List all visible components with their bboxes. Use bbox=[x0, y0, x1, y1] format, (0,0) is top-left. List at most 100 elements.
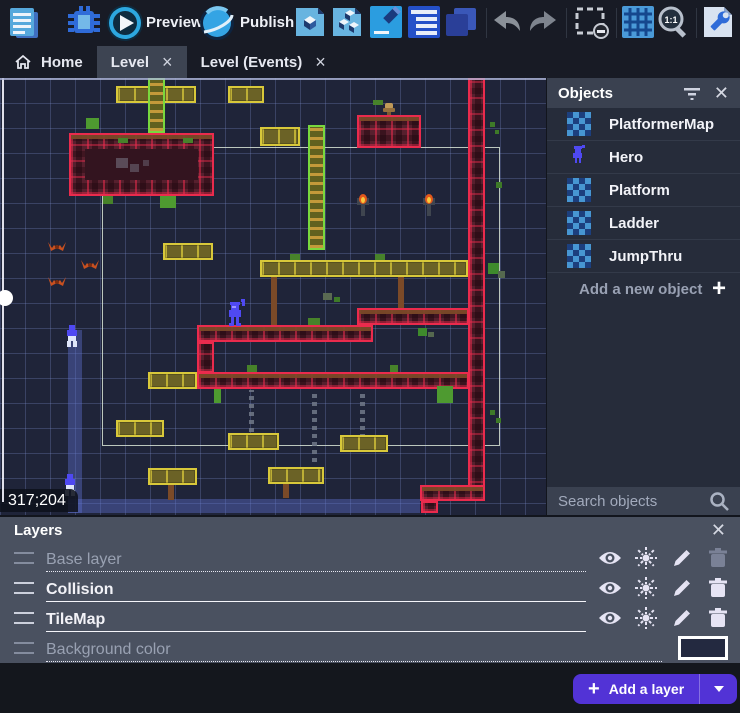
crate-tiles[interactable] bbox=[260, 127, 300, 146]
chain-decor bbox=[312, 390, 317, 462]
brick-platform-tiles[interactable] bbox=[197, 372, 469, 389]
vertical-scrollbar-thumb[interactable] bbox=[0, 290, 13, 306]
effects-icon[interactable] bbox=[634, 607, 658, 629]
pole-decor bbox=[271, 277, 277, 325]
close-icon[interactable]: × bbox=[162, 53, 173, 71]
effects-icon[interactable] bbox=[634, 577, 658, 599]
drag-handle-icon[interactable] bbox=[14, 552, 34, 564]
crate-tiles[interactable] bbox=[228, 433, 279, 450]
preview-button[interactable]: Preview bbox=[146, 14, 203, 31]
crate-tiles[interactable] bbox=[228, 86, 264, 103]
main-toolbar: Preview Publish 1:1 bbox=[0, 0, 740, 46]
edit-pencil-icon[interactable] bbox=[670, 548, 694, 568]
brick-platform-tiles[interactable] bbox=[197, 325, 373, 342]
crate-tiles[interactable] bbox=[148, 468, 197, 485]
objects-panel: Objects ✕ PlatformerMapHeroPlatformLadde… bbox=[547, 78, 740, 515]
project-manager-icon[interactable] bbox=[8, 6, 40, 40]
tab-level-events[interactable]: Level (Events) × bbox=[187, 46, 340, 78]
close-icon[interactable]: × bbox=[315, 53, 326, 71]
drag-handle-icon[interactable] bbox=[14, 582, 34, 594]
object-item-platform[interactable]: Platform bbox=[547, 174, 740, 207]
object-item-platformermap[interactable]: PlatformerMap bbox=[547, 108, 740, 141]
bat-sprite[interactable] bbox=[81, 259, 99, 270]
visibility-eye-icon[interactable] bbox=[598, 580, 622, 596]
bat-sprite[interactable] bbox=[48, 276, 66, 287]
toolbar-separator bbox=[566, 8, 567, 38]
redo-icon[interactable] bbox=[528, 9, 558, 35]
foliage-decor bbox=[214, 389, 221, 403]
swimmer-sprite[interactable] bbox=[65, 325, 79, 347]
torch-sprite[interactable] bbox=[421, 194, 437, 218]
torch-sprite[interactable] bbox=[355, 194, 371, 218]
hero-sprite[interactable] bbox=[227, 299, 247, 326]
publish-icon[interactable] bbox=[198, 4, 236, 42]
tab-home[interactable]: Home bbox=[0, 46, 97, 78]
brick-platform-tiles[interactable] bbox=[468, 78, 485, 501]
visibility-eye-icon[interactable] bbox=[598, 610, 622, 626]
crate-tiles[interactable] bbox=[268, 467, 324, 484]
foliage-decor bbox=[496, 418, 501, 423]
zoom-1-1-icon[interactable]: 1:1 bbox=[656, 5, 690, 39]
grid-icon[interactable] bbox=[622, 6, 654, 38]
foliage-decor bbox=[490, 122, 495, 127]
layer-name-field[interactable]: Collision bbox=[46, 575, 586, 602]
close-icon[interactable]: ✕ bbox=[714, 84, 729, 102]
filter-icon[interactable] bbox=[684, 87, 700, 100]
background-color-swatch[interactable] bbox=[678, 636, 728, 660]
pole-decor bbox=[168, 485, 174, 500]
brick-platform-tiles[interactable] bbox=[197, 342, 214, 373]
mushroom-sprite[interactable] bbox=[382, 103, 396, 115]
layer-name-field[interactable]: TileMap bbox=[46, 605, 586, 632]
edit-pencil-icon[interactable] bbox=[670, 608, 694, 628]
add-layer-dropdown-button[interactable] bbox=[699, 674, 737, 704]
layers-list: Base layerCollisionTileMapBackground col… bbox=[0, 543, 740, 663]
close-icon[interactable]: ✕ bbox=[711, 521, 726, 539]
crate-tiles[interactable] bbox=[260, 260, 468, 277]
brick-platform-tiles[interactable] bbox=[357, 308, 469, 325]
events-sheet-icon[interactable] bbox=[408, 6, 440, 38]
object-item-hero[interactable]: Hero bbox=[547, 141, 740, 174]
object-icon[interactable] bbox=[294, 6, 326, 38]
scene-canvas[interactable]: 317;204 bbox=[0, 78, 546, 515]
edit-scene-icon[interactable] bbox=[370, 6, 402, 38]
pole-decor bbox=[283, 484, 289, 498]
crate-tiles[interactable] bbox=[163, 243, 213, 260]
search-objects-field[interactable]: Search objects bbox=[547, 487, 740, 515]
debugger-icon[interactable] bbox=[66, 5, 102, 39]
brick-platform-tiles[interactable] bbox=[420, 485, 485, 501]
publish-button[interactable]: Publish bbox=[240, 14, 294, 31]
add-layer-split-button: + Add a layer bbox=[573, 674, 737, 704]
undo-icon[interactable] bbox=[492, 9, 522, 35]
crate-tiles[interactable] bbox=[148, 372, 197, 389]
delete-trash-icon[interactable] bbox=[706, 548, 730, 568]
object-item-jumpthru[interactable]: JumpThru bbox=[547, 240, 740, 273]
object-group-icon[interactable] bbox=[331, 6, 363, 38]
brick-platform-tiles[interactable] bbox=[357, 115, 421, 148]
delete-trash-icon[interactable] bbox=[706, 578, 730, 598]
toolbar-separator bbox=[486, 8, 487, 38]
effects-icon[interactable] bbox=[634, 547, 658, 569]
crate-tiles[interactable] bbox=[116, 420, 164, 437]
preview-play-icon[interactable] bbox=[106, 4, 144, 42]
object-item-ladder[interactable]: Ladder bbox=[547, 207, 740, 240]
add-layer-button[interactable]: + Add a layer bbox=[573, 674, 699, 704]
crate-tiles[interactable] bbox=[340, 435, 388, 452]
add-object-row[interactable]: Add a new object + bbox=[547, 273, 740, 305]
external-layout-icon[interactable] bbox=[444, 6, 478, 38]
layer-name-field[interactable]: Base layer bbox=[46, 545, 586, 572]
drag-handle-icon[interactable] bbox=[14, 612, 34, 624]
horizontal-scrollbar[interactable] bbox=[0, 78, 546, 80]
object-item-label: Platform bbox=[609, 182, 670, 199]
clear-selection-icon[interactable] bbox=[574, 7, 610, 40]
add-icon[interactable]: + bbox=[712, 277, 726, 301]
tools-wrench-icon[interactable] bbox=[702, 5, 734, 39]
visibility-eye-icon[interactable] bbox=[598, 550, 622, 566]
tab-level[interactable]: Level × bbox=[97, 46, 187, 78]
delete-trash-icon[interactable] bbox=[706, 608, 730, 628]
edit-pencil-icon[interactable] bbox=[670, 578, 694, 598]
ladder-tiles[interactable] bbox=[148, 78, 165, 133]
ladder-tiles[interactable] bbox=[308, 125, 325, 250]
brick-platform-tiles[interactable] bbox=[421, 501, 438, 513]
bat-sprite[interactable] bbox=[48, 241, 66, 252]
layers-panel-header: Layers ✕ bbox=[0, 517, 740, 543]
